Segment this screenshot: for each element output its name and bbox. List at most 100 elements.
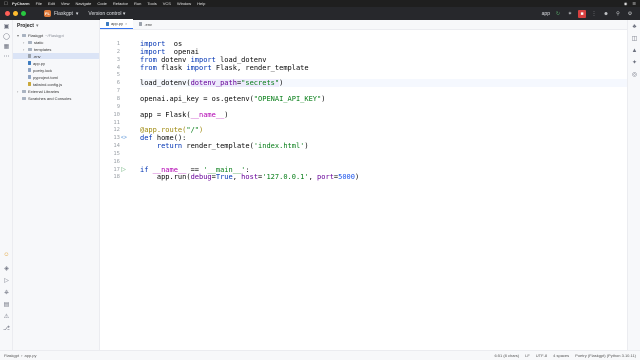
control-center-icon[interactable]: ☰ (632, 1, 636, 6)
close-icon[interactable]: × (125, 21, 127, 26)
menu-code[interactable]: Code (97, 1, 107, 6)
breadcrumb-project[interactable]: Flaskgpt (4, 353, 19, 358)
menu-window[interactable]: Window (177, 1, 191, 6)
menu-view[interactable]: View (61, 1, 70, 6)
code-line[interactable]: app = Flask(__name__) (140, 111, 229, 119)
tree-item-scratches-and-consoles[interactable]: Scratches and Consoles (13, 95, 99, 101)
tree-item-tailwind-config-js[interactable]: tailwind.config.js (13, 81, 99, 87)
menu-refactor[interactable]: Refactor (113, 1, 128, 6)
line-number[interactable]: 1 (100, 40, 120, 48)
endpoints-icon[interactable]: ◎ (631, 72, 638, 79)
chevron-down-icon[interactable]: ▾ (17, 33, 20, 38)
line-number[interactable]: 18 (100, 173, 120, 181)
route-gutter-icon[interactable]: <> (121, 134, 127, 142)
line-number[interactable]: 10 (100, 111, 120, 119)
structure-tool-icon[interactable]: ▦ (3, 44, 10, 51)
chevron-right-icon[interactable]: › (17, 89, 20, 94)
line-number[interactable]: 9 (100, 103, 120, 111)
line-number[interactable]: 16 (100, 158, 120, 166)
python-console-icon[interactable]: ⎈ (3, 290, 10, 297)
debug-icon[interactable]: ✶ (566, 10, 574, 18)
chevron-right-icon[interactable]: › (23, 47, 26, 52)
commit-tool-icon[interactable]: ◯ (3, 34, 10, 41)
status-item[interactable]: Poetry (Flaskgpt) (Python 3.10.11) (575, 353, 636, 358)
code-line[interactable]: from dotenv import load_dotenv (140, 56, 266, 64)
line-number[interactable]: 4 (100, 64, 120, 72)
smiley-icon[interactable]: ☺ (3, 252, 10, 259)
code-editor[interactable]: 1 import os 2 import openai 3 from dotenv imp… (100, 31, 627, 350)
user-icon[interactable]: ☻ (602, 10, 610, 18)
code-line[interactable]: load_dotenv(dotenv_path="secrets") (140, 79, 283, 88)
code-line[interactable]: return render_template('index.html') (140, 142, 309, 150)
line-number[interactable]: 7 (100, 87, 120, 95)
settings-icon[interactable]: ⚙ (626, 10, 634, 18)
status-item[interactable]: 4 spaces (553, 353, 569, 358)
line-number[interactable]: 8 (100, 95, 120, 103)
status-item[interactable]: 6:51 (8 chars) (494, 353, 519, 358)
vcs-widget[interactable]: Version control ▾ (88, 11, 125, 17)
menu-tools[interactable]: Tools (147, 1, 156, 6)
project-tool-icon[interactable]: ▣ (3, 24, 10, 31)
sciview-icon[interactable]: ▲ (631, 48, 638, 55)
menu-help[interactable]: Help (197, 1, 205, 6)
line-number[interactable]: 15 (100, 150, 120, 158)
zoom-window-button[interactable] (21, 11, 26, 16)
code-line[interactable]: app.run(debug=True, host='127.0.0.1', po… (140, 173, 359, 181)
more-tools-icon[interactable]: ⋯ (3, 54, 10, 61)
line-number[interactable]: 3 (100, 56, 120, 64)
line-number[interactable]: 11 (100, 119, 120, 127)
code-line[interactable]: def home(): (140, 134, 186, 142)
line-number[interactable]: 13 (100, 134, 120, 142)
version-control-icon[interactable]: ⎇ (3, 326, 10, 333)
python-packages-icon[interactable]: ◈ (3, 266, 10, 273)
menu-navigate[interactable]: Navigate (76, 1, 92, 6)
problems-icon[interactable]: ⚠ (3, 314, 10, 321)
breadcrumb-file[interactable]: app.py (24, 353, 36, 358)
rerun-icon[interactable]: ↻ (554, 10, 562, 18)
apple-icon[interactable]:  (4, 1, 12, 7)
close-window-button[interactable] (5, 11, 10, 16)
line-number[interactable]: 12 (100, 126, 120, 134)
tree-item-flaskgpt[interactable]: ▾ Flaskgpt ~/Flaskgpt (13, 32, 99, 38)
menu-file[interactable]: File (36, 1, 42, 6)
stop-icon[interactable]: ■ (578, 9, 586, 18)
tree-item-external-libraries[interactable]: › External Libraries (13, 88, 99, 94)
code-line[interactable]: import openai (140, 48, 199, 56)
services-icon[interactable]: ▷ (3, 278, 10, 285)
tree-item-poetry-lock[interactable]: poetry.lock (13, 67, 99, 73)
status-item[interactable]: LF (525, 353, 530, 358)
code-line[interactable]: from flask import Flask, render_template (140, 64, 309, 72)
tab-env[interactable]: .env (133, 19, 158, 29)
line-number[interactable]: 2 (100, 48, 120, 56)
tree-item-templates[interactable]: › templates (13, 46, 99, 52)
terminal-icon[interactable]: ▤ (3, 302, 10, 309)
minimize-window-button[interactable] (13, 11, 18, 16)
project-panel-header[interactable]: Project ▾ (13, 20, 99, 31)
code-line[interactable]: openai.api_key = os.getenv("OPENAI_API_K… (140, 95, 325, 103)
tab-app-py[interactable]: app.py × (100, 19, 134, 29)
notifications-icon[interactable]: ♣ (631, 24, 638, 31)
tree-item-static[interactable]: › static (13, 39, 99, 45)
run-config-selector[interactable]: app (542, 11, 550, 17)
project-switcher[interactable]: FL Flaskgpt ▾ (44, 10, 78, 17)
line-number[interactable]: 17 (100, 166, 120, 174)
ai-assistant-icon[interactable]: ✦ (631, 60, 638, 67)
status-item[interactable]: UTF-8 (536, 353, 547, 358)
menu-run[interactable]: Run (134, 1, 141, 6)
code-line[interactable]: import os (140, 40, 182, 48)
wifi-icon[interactable]: ◉ (624, 1, 628, 6)
tree-item-app-py[interactable]: app.py (13, 60, 99, 66)
line-number[interactable]: 5 (100, 71, 120, 79)
tree-item-env[interactable]: .env (13, 53, 99, 59)
database-icon[interactable]: ◫ (631, 36, 638, 43)
code-line[interactable]: if __name__ == '__main__': (140, 166, 250, 174)
search-icon[interactable]: ⚲ (614, 10, 622, 18)
line-number[interactable]: 14 (100, 142, 120, 150)
menu-edit[interactable]: Edit (48, 1, 55, 6)
menu-app-name[interactable]: PyCharm (12, 1, 30, 6)
tree-item-pyproject-toml[interactable]: pyproject.toml (13, 74, 99, 80)
menu-vcs[interactable]: VCS (163, 1, 171, 6)
line-number[interactable]: 6 (100, 79, 120, 87)
chevron-right-icon[interactable]: › (23, 40, 26, 45)
run-gutter-icon[interactable]: ▷ (121, 166, 126, 174)
